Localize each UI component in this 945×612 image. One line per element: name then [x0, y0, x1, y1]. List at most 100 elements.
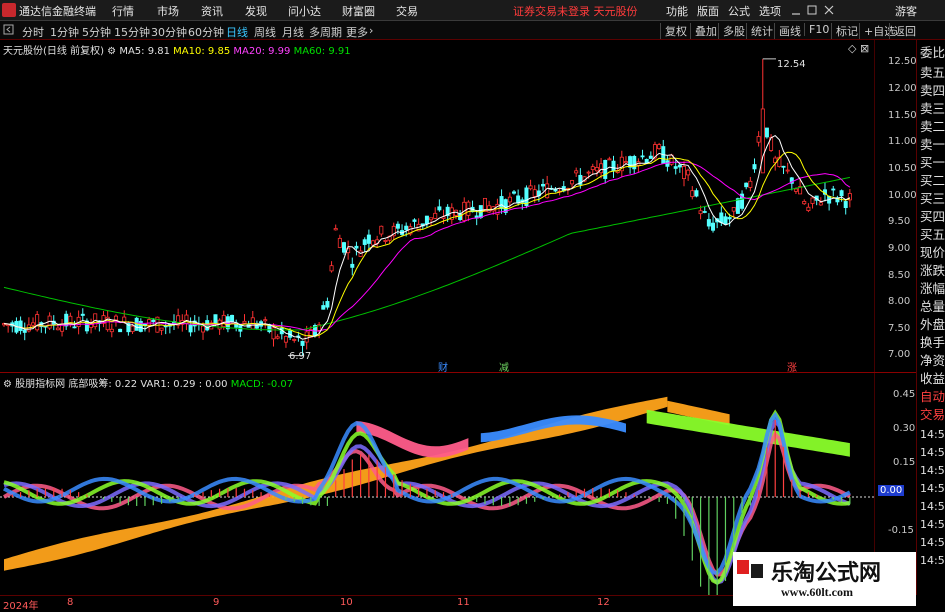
menu-news[interactable]: 资讯 — [201, 3, 223, 19]
menu-discover[interactable]: 发现 — [245, 3, 267, 19]
period-toolbar: 分时 1分钟 5分钟 15分钟 30分钟 60分钟 日线 周线 月线 多周期 更… — [0, 21, 945, 40]
candle-body — [350, 263, 355, 268]
indicator-value-macd: MACD: -0.07 — [230, 379, 294, 390]
candle-body — [802, 200, 807, 205]
candle-body — [404, 225, 409, 230]
watermark-logo-icon — [737, 560, 763, 578]
collapse-icon[interactable] — [3, 24, 15, 36]
candle-body — [818, 202, 823, 206]
candle-body — [512, 191, 517, 194]
candle-body — [764, 127, 769, 138]
candle-body — [793, 188, 798, 192]
candle-body — [109, 328, 114, 333]
btn-f10[interactable]: F10 — [804, 23, 829, 36]
label-sell1: 卖一 — [920, 137, 945, 152]
candle-body — [648, 155, 653, 159]
menu-function[interactable]: 功能 — [666, 3, 688, 19]
candlestick-chart[interactable]: 天元股份(日线 前复权) ⚙ MA5: 9.81 MA10: 9.85 MA20… — [0, 40, 917, 374]
chart-options-icon[interactable]: ◇ ⊠ — [848, 42, 869, 55]
ma10-line — [3, 151, 851, 337]
period-60min[interactable]: 60分钟 — [188, 24, 224, 40]
window-controls[interactable] — [790, 3, 838, 17]
btn-stats[interactable]: 统计 — [746, 23, 773, 39]
candle-body — [201, 325, 206, 333]
period-more[interactable]: 更多 — [346, 24, 368, 40]
period-daily[interactable]: 日线 — [226, 24, 248, 40]
trade-time: 14:56 — [920, 518, 945, 531]
label-net-assets: 净资 — [920, 353, 945, 368]
period-monthly[interactable]: 月线 — [282, 24, 304, 40]
period-weekly[interactable]: 周线 — [254, 24, 276, 40]
menu-ask[interactable]: 问小达 — [288, 3, 321, 19]
candle-body — [147, 319, 152, 326]
btn-multi-stock[interactable]: 多股 — [718, 23, 745, 39]
quote-side-panel: 委比 卖五 卖四 卖三 卖二 卖一 买一 买二 买三 买四 买五 现价 涨跌 涨… — [916, 40, 945, 595]
btn-back[interactable]: 返回 — [889, 23, 916, 39]
btn-fuquan[interactable]: 复权 — [660, 23, 687, 39]
legend-ma5: MA5: 9.81 — [119, 46, 170, 57]
candle-body — [690, 190, 695, 198]
low-price-label: 6.97 — [289, 351, 312, 362]
menu-options[interactable]: 选项 — [759, 3, 781, 19]
btn-draw[interactable]: 画线 — [774, 23, 801, 39]
menu-market[interactable]: 市场 — [157, 3, 179, 19]
menu-layout[interactable]: 版面 — [697, 3, 719, 19]
close-icon — [824, 5, 834, 15]
label-auto[interactable]: 自动 — [920, 390, 945, 403]
candle-body — [333, 228, 338, 231]
label-weibi: 委比 — [920, 45, 945, 60]
indicator-tick: -0.15 — [888, 525, 914, 536]
date-tick: 11 — [457, 597, 470, 608]
indicator-value-blank: : 0.00 — [198, 379, 228, 390]
period-15min[interactable]: 15分钟 — [114, 24, 150, 40]
trade-login-notice[interactable]: 证券交易未登录 天元股份 — [513, 3, 638, 19]
candle-body — [810, 197, 815, 204]
candle-body — [719, 212, 724, 224]
settings-icon[interactable]: ⚙ — [3, 379, 12, 390]
indicator-value-var1: VAR1: 0.29 — [140, 379, 196, 390]
candle-body — [682, 165, 687, 179]
candle-body — [623, 161, 628, 164]
candle-body — [644, 159, 649, 163]
candle-body — [677, 164, 682, 168]
label-eps: 收益 — [920, 371, 945, 386]
price-tick: 9.00 — [888, 243, 911, 254]
menu-formula[interactable]: 公式 — [728, 3, 750, 19]
candle-body — [843, 201, 848, 209]
candle-body — [748, 180, 753, 188]
candle-body — [698, 210, 703, 215]
guest-user[interactable]: 游客 — [895, 3, 917, 19]
candle-body — [371, 240, 376, 246]
candle-body — [806, 206, 811, 211]
watermark-title: 乐淘公式网 — [771, 561, 882, 586]
candle-body — [412, 219, 417, 222]
btn-overlay[interactable]: 叠加 — [690, 23, 717, 39]
period-1min[interactable]: 1分钟 — [50, 24, 79, 40]
menu-wealth[interactable]: 财富圈 — [342, 3, 375, 19]
period-30min[interactable]: 30分钟 — [151, 24, 187, 40]
date-tick: 8 — [67, 597, 74, 608]
label-trade[interactable]: 交易 — [920, 408, 945, 421]
menu-trade[interactable]: 交易 — [396, 3, 418, 19]
price-tick: 10.50 — [888, 163, 917, 174]
candle-body — [673, 166, 678, 169]
period-timeshare[interactable]: 分时 — [22, 24, 44, 40]
menu-quotes[interactable]: 行情 — [112, 3, 134, 19]
period-multi[interactable]: 多周期 — [309, 24, 342, 40]
candle-body — [304, 331, 309, 343]
period-5min[interactable]: 5分钟 — [82, 24, 111, 40]
indicator-title: 股朋指标网 — [15, 379, 66, 390]
candle-body — [113, 315, 118, 321]
legend-ma60: MA60: 9.91 — [293, 46, 351, 57]
label-change: 涨跌 — [920, 263, 945, 278]
candlestick-canvas[interactable] — [0, 40, 875, 372]
candle-body — [18, 320, 23, 331]
settings-icon[interactable]: ⚙ — [107, 46, 116, 57]
more-arrow-icon[interactable]: › — [369, 24, 373, 37]
label-buy4: 买四 — [920, 209, 945, 224]
label-buy5: 买五 — [920, 227, 945, 242]
candle-body — [541, 183, 546, 187]
candle-body — [366, 234, 371, 244]
legend-ma10: MA10: 9.85 — [173, 46, 231, 57]
btn-mark[interactable]: 标记 — [831, 23, 858, 39]
